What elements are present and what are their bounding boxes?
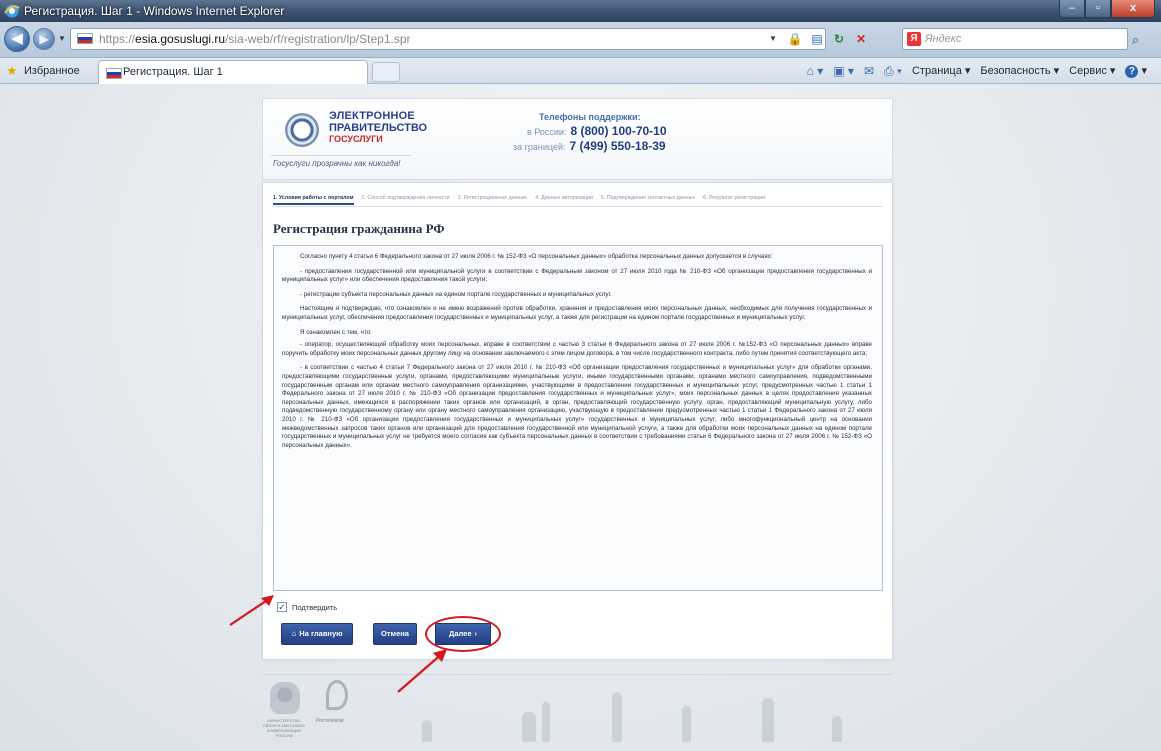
terms-text-box[interactable]: Согласно пункту 4 статьи 6 Федерального … <box>273 245 883 591</box>
slogan-divider <box>271 155 411 156</box>
slogan: Госуслуги прозрачны как никогда! <box>273 159 401 168</box>
minimize-button[interactable]: – <box>1059 0 1085 18</box>
address-bar-icons: ▼ 🔒 ▤ ↻ ✕ <box>764 29 870 49</box>
cancel-button-label: Отмена <box>381 629 409 638</box>
brand-line-3: ГОСУСЛУГИ <box>329 134 383 144</box>
lock-icon[interactable]: 🔒 <box>786 30 804 48</box>
step-4: 4. Данные авторизации <box>535 195 593 201</box>
support-title: Телефоны поддержки: <box>539 112 641 122</box>
window-title-bar: Регистрация. Шаг 1 - Windows Internet Ex… <box>0 0 1161 22</box>
yandex-icon: Я <box>907 32 921 46</box>
support-russia-label: в России: <box>527 127 567 137</box>
print-icon[interactable]: ⎙ ▾ <box>884 64 902 79</box>
step-5: 5. Подтверждение контактных данных <box>600 195 696 201</box>
support-russia: в России: 8 (800) 100-70-10 <box>527 124 667 138</box>
window-title: Регистрация. Шаг 1 - Windows Internet Ex… <box>24 4 285 18</box>
step-3: 3. Регистрационные данные <box>457 195 528 201</box>
terms-paragraph: Настоящим я подтверждаю, что ознакомлен … <box>282 305 872 321</box>
window-controls: – ▫ x <box>1059 0 1155 18</box>
cancel-button[interactable]: Отмена <box>373 623 417 645</box>
support-abroad-phone: 7 (499) 550-18-39 <box>569 139 666 153</box>
new-tab-button[interactable] <box>372 62 400 82</box>
confirm-checkbox[interactable]: ✓ <box>277 602 287 612</box>
support-russia-phone: 8 (800) 100-70-10 <box>570 124 667 138</box>
back-arrow-icon: ◀ <box>11 30 23 47</box>
url-host: esia.gosuslugi.ru <box>135 32 226 46</box>
help-menu[interactable]: ? ▾ <box>1125 64 1147 79</box>
forward-button[interactable]: ▶ <box>33 28 55 50</box>
refresh-icon[interactable]: ↻ <box>830 30 848 48</box>
house-icon: ⌂ <box>291 629 297 638</box>
page-title: Регистрация гражданина РФ <box>273 221 445 236</box>
mail-icon[interactable]: ✉ <box>864 64 874 79</box>
recent-pages-dropdown-icon[interactable]: ▼ <box>58 34 66 43</box>
forward-arrow-icon: ▶ <box>39 32 49 46</box>
feeds-icon[interactable]: ▣ ▾ <box>833 64 854 79</box>
tab-registration[interactable]: Регистрация. Шаг 1 <box>98 60 368 84</box>
arrow-to-checkbox-icon <box>229 595 274 626</box>
search-input[interactable]: Я Яндекс <box>902 28 1128 50</box>
address-bar[interactable]: https://esia.gosuslugi.ru/sia-web/rf/reg… <box>70 28 826 50</box>
home-icon[interactable]: ⌂ ▾ <box>807 64 824 79</box>
terms-paragraph: - оператор, осуществляющий обработку мои… <box>282 341 872 357</box>
favorites-button[interactable]: Избранное <box>24 65 80 77</box>
home-button[interactable]: ⌂ На главную <box>281 623 353 645</box>
page-viewport: ЭЛЕКТРОННОЕ ПРАВИТЕЛЬСТВО ГОСУСЛУГИ Госу… <box>0 84 1161 751</box>
url-path: /sia-web/rf/registration/lp/Step1.spr <box>225 32 411 46</box>
brand-line-2: ПРАВИТЕЛЬСТВО <box>329 122 428 134</box>
favorites-bar: ★ Избранное Регистрация. Шаг 1 ⌂ ▾ ▣ ▾ ✉… <box>0 58 1161 84</box>
russia-flag-icon <box>77 33 93 44</box>
terms-paragraph: Я ознакомлен с тем, что: <box>300 328 372 336</box>
coat-of-arms-icon[interactable] <box>270 682 300 714</box>
step-1: 1. Условия работы с порталом <box>273 195 354 206</box>
page-footer: МИНИСТЕРСТВО СВЯЗИ И МАССОВЫХ КОММУНИКАЦ… <box>262 674 893 742</box>
terms-paragraph: Согласно пункту 4 статьи 6 Федерального … <box>300 253 773 260</box>
tools-menu[interactable]: Сервис ▾ <box>1069 64 1115 79</box>
maximize-button[interactable]: ▫ <box>1085 0 1111 18</box>
address-row: ◀ ▶ ▼ https://esia.gosuslugi.ru/sia-web/… <box>0 22 1161 58</box>
stop-icon[interactable]: ✕ <box>852 30 870 48</box>
rostelecom-logo-icon[interactable] <box>326 680 348 710</box>
favorites-star-icon[interactable]: ★ <box>6 63 18 79</box>
page-menu[interactable]: Страница ▾ <box>912 64 970 79</box>
url-prefix: https:// <box>99 32 136 46</box>
close-button[interactable]: x <box>1111 0 1155 18</box>
ministry-caption: МИНИСТЕРСТВО СВЯЗИ И МАССОВЫХ КОММУНИКАЦ… <box>262 718 306 738</box>
terms-paragraph: - в соответствии с частью 4 статьи 7 Фед… <box>282 364 872 449</box>
flag-swoosh-decoration <box>662 99 892 181</box>
ie-logo-icon <box>4 4 20 18</box>
back-button[interactable]: ◀ <box>4 26 30 52</box>
terms-paragraph: - предоставления государственной или мун… <box>282 267 872 284</box>
safety-menu[interactable]: Безопасность ▾ <box>980 64 1059 79</box>
search-placeholder: Яндекс <box>925 33 962 45</box>
tab-title: Регистрация. Шаг 1 <box>123 66 223 78</box>
help-icon: ? <box>1125 65 1139 78</box>
support-abroad: за границей: 7 (499) 550-18-39 <box>513 139 666 153</box>
terms-paragraph: - регистрации субъекта персональных данн… <box>300 290 612 298</box>
step-2: 2. Способ подтверждения личности <box>361 195 450 201</box>
command-bar: ⌂ ▾ ▣ ▾ ✉ ⎙ ▾ Страница ▾ Безопасность ▾ … <box>807 64 1147 79</box>
dropdown-arrow-icon[interactable]: ▼ <box>764 30 782 48</box>
step-6: 6. Результат регистрации <box>703 195 766 201</box>
home-button-label: На главную <box>299 629 343 638</box>
compatibility-view-icon[interactable]: ▤ <box>808 30 826 48</box>
rostelecom-caption: Ростелеком <box>316 718 344 724</box>
site-header-banner: ЭЛЕКТРОННОЕ ПРАВИТЕЛЬСТВО ГОСУСЛУГИ Госу… <box>262 98 893 181</box>
registration-card: 1. Условия работы с порталом 2. Способ по… <box>262 182 893 660</box>
confirm-label[interactable]: Подтвердить <box>292 603 337 612</box>
step-indicator: 1. Условия работы с порталом 2. Способ по… <box>273 195 883 207</box>
checkmark-icon: ✓ <box>278 602 286 612</box>
russia-flag-icon <box>106 68 122 79</box>
search-icon[interactable]: ⌕ <box>1132 32 1139 48</box>
brand-line-1: ЭЛЕКТРОННОЕ <box>329 110 415 122</box>
arrow-to-next-button-icon <box>397 649 447 693</box>
confirm-row[interactable]: ✓ Подтвердить <box>277 601 337 613</box>
support-abroad-label: за границей: <box>513 142 566 152</box>
people-silhouettes-decoration <box>382 674 882 742</box>
gosuslugi-logo-icon[interactable] <box>285 113 319 147</box>
